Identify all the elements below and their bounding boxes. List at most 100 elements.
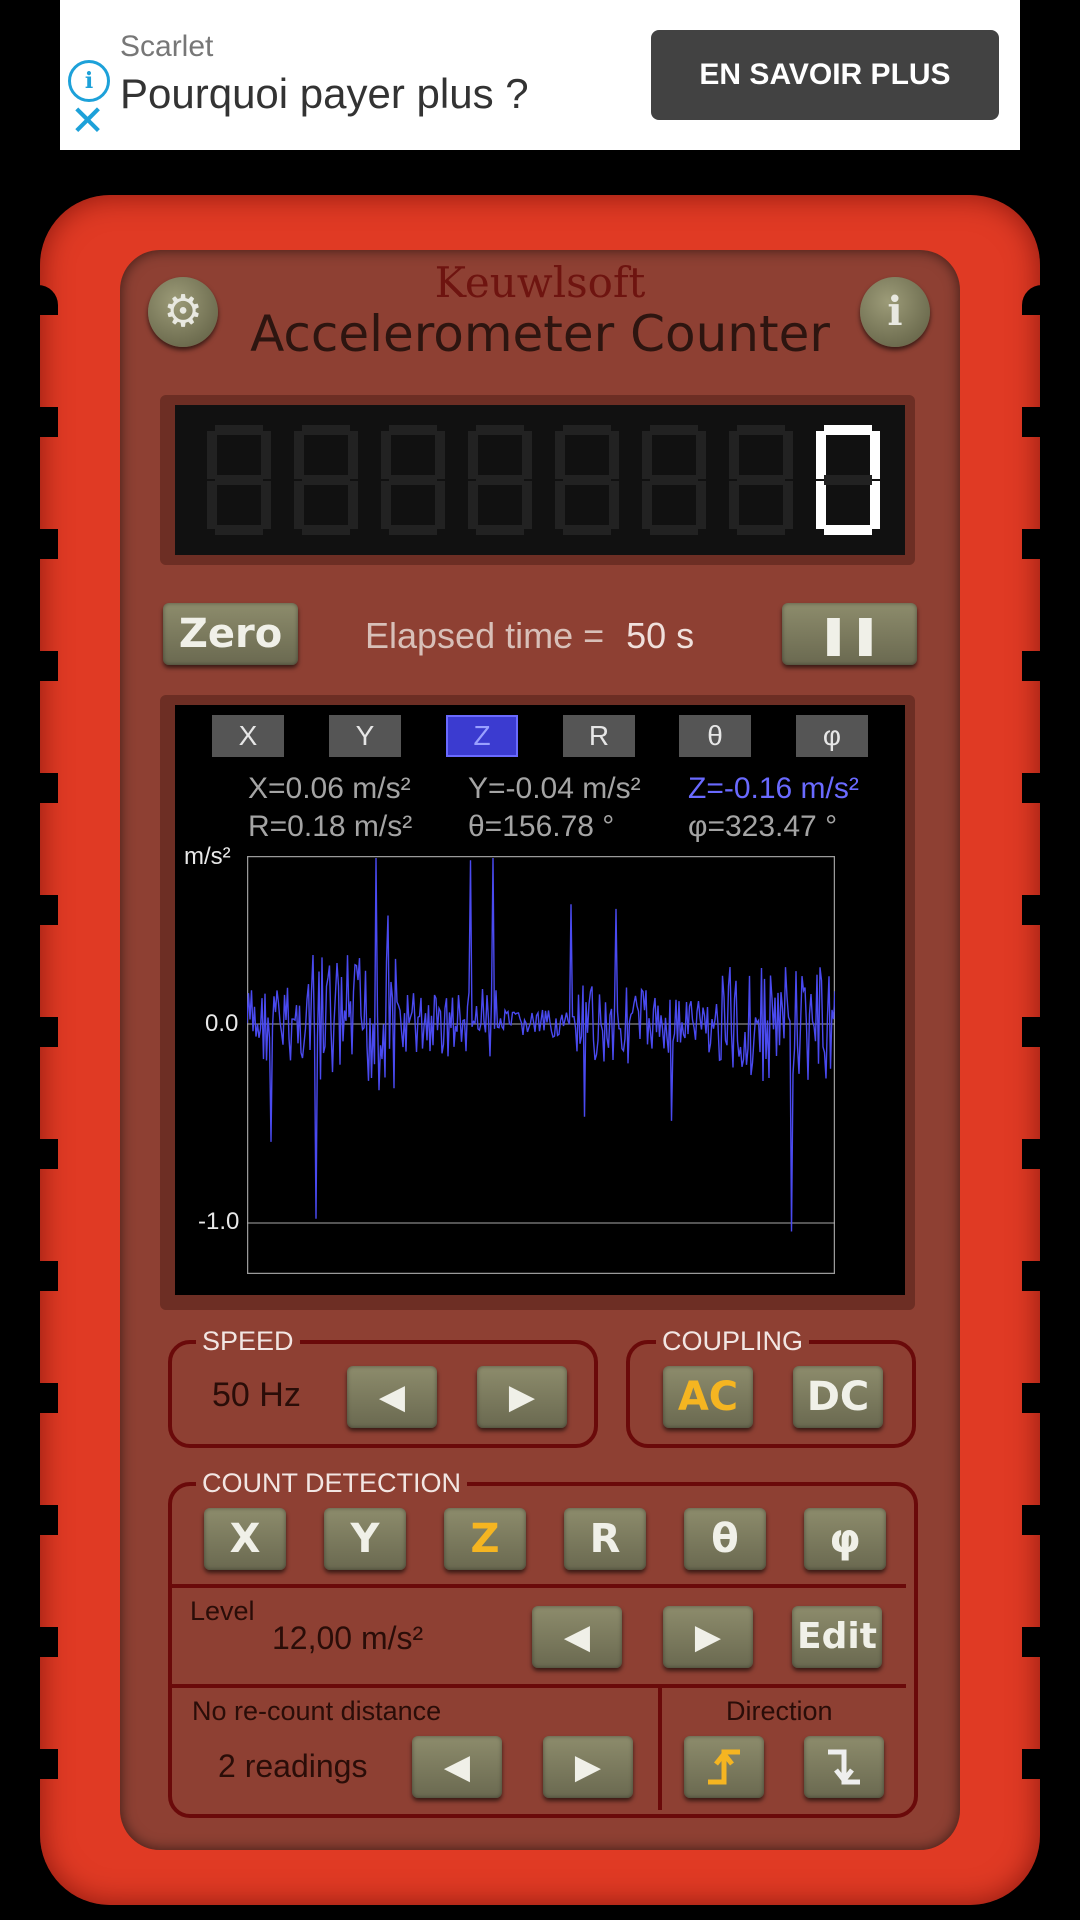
detect-axis-r[interactable]: R [564, 1508, 646, 1570]
counter-digit [729, 425, 793, 535]
counter-segment [563, 475, 611, 485]
level-decrease-button[interactable]: ◀ [532, 1606, 622, 1668]
counter-display [175, 405, 905, 555]
graph-tab-phi[interactable]: φ [796, 715, 868, 757]
detect-axis-x[interactable]: X [204, 1508, 286, 1570]
speed-decrease-button[interactable]: ◀ [347, 1366, 437, 1428]
counter-segment [476, 525, 524, 535]
counter-segment [824, 525, 872, 535]
reading-x: X=0.06 m/s² [248, 772, 411, 805]
speed-title: SPEED [196, 1326, 300, 1357]
graph-tab-y[interactable]: Y [329, 715, 401, 757]
y-axis-unit: m/s² [184, 843, 231, 870]
counter-segment [737, 475, 785, 485]
recount-value: 2 readings [218, 1748, 368, 1784]
elapsed-label: Elapsed time = [365, 615, 605, 656]
reading-theta: θ=156.78 ° [468, 810, 615, 843]
counter-segment [302, 525, 350, 535]
counter-segment [215, 425, 263, 435]
counter-digit [207, 425, 271, 535]
counter-digit [294, 425, 358, 535]
counter-digit [381, 425, 445, 535]
counter-segment [435, 431, 445, 479]
count-detection-title: COUNT DETECTION [196, 1468, 468, 1499]
coupling-title: COUPLING [656, 1326, 810, 1357]
detect-axis-z[interactable]: Z [444, 1508, 526, 1570]
counter-segment [389, 425, 437, 435]
detect-axis-y[interactable]: Y [324, 1508, 406, 1570]
counter-segment [389, 525, 437, 535]
level-edit-button[interactable]: Edit [792, 1606, 882, 1668]
level-label: Level [190, 1596, 255, 1626]
graph-tab-theta[interactable]: θ [679, 715, 751, 757]
counter-segment [555, 431, 565, 479]
elapsed-time: Elapsed time = 50 s [365, 615, 694, 657]
counter-segment [870, 431, 880, 479]
divider [172, 1684, 906, 1688]
counter-segment [609, 431, 619, 479]
reading-phi: φ=323.47 ° [688, 810, 838, 843]
reading-z: Z=-0.16 m/s² [688, 772, 859, 805]
counter-segment [381, 431, 391, 479]
recount-increase-button[interactable]: ▶ [543, 1736, 633, 1798]
counter-segment [261, 481, 271, 529]
plot-border [247, 856, 835, 1274]
counter-segment [348, 431, 358, 479]
recount-label: No re-count distance [192, 1696, 442, 1726]
counter-segment [650, 525, 698, 535]
counter-digit [642, 425, 706, 535]
divider [658, 1686, 662, 1810]
zero-button[interactable]: Zero [163, 603, 298, 665]
counter-segment [476, 425, 524, 435]
brand-label: Keuwlsoft [434, 258, 646, 307]
counter-segment [389, 475, 437, 485]
counter-segment [476, 475, 524, 485]
counter-segment [563, 425, 611, 435]
pause-button[interactable]: ❚❚ [782, 603, 917, 665]
graph-tab-z[interactable]: Z [446, 715, 518, 757]
counter-segment [207, 481, 217, 529]
counter-segment [302, 475, 350, 485]
z-trace [247, 857, 835, 1232]
pause-icon: ❚❚ [817, 612, 882, 656]
counter-segment [696, 431, 706, 479]
detect-axis-phi[interactable]: φ [804, 1508, 886, 1570]
counter-segment [468, 431, 478, 479]
counter-segment [870, 481, 880, 529]
counter-segment [555, 481, 565, 529]
coupling-dc-button[interactable]: DC [793, 1366, 883, 1428]
counter-segment [468, 481, 478, 529]
counter-segment [215, 475, 263, 485]
counter-segment [816, 481, 826, 529]
level-increase-button[interactable]: ▶ [663, 1606, 753, 1668]
direction-falling-button[interactable] [804, 1736, 884, 1798]
ad-brand: Scarlet [120, 30, 214, 63]
ad-cta-button[interactable]: EN SAVOIR PLUS [651, 30, 999, 120]
speed-increase-button[interactable]: ▶ [477, 1366, 567, 1428]
coupling-ac-button[interactable]: AC [663, 1366, 753, 1428]
ad-headline: Pourquoi payer plus ? [120, 70, 529, 117]
level-value: 12,00 m/s² [272, 1620, 424, 1656]
elapsed-value: 50 s [626, 615, 695, 656]
counter-digit [816, 425, 880, 535]
ad-banner[interactable]: i ✕ Scarlet Pourquoi payer plus ? EN SAV… [60, 0, 1020, 150]
counter-segment [381, 481, 391, 529]
counter-segment [737, 525, 785, 535]
detect-axis-theta[interactable]: θ [684, 1508, 766, 1570]
counter-segment [609, 481, 619, 529]
graph-tab-x[interactable]: X [212, 715, 284, 757]
direction-label: Direction [726, 1696, 833, 1726]
counter-segment [294, 431, 304, 479]
counter-segment [215, 525, 263, 535]
counter-digit [468, 425, 532, 535]
counter-segment [824, 425, 872, 435]
counter-segment [642, 431, 652, 479]
recount-decrease-button[interactable]: ◀ [412, 1736, 502, 1798]
direction-rising-button[interactable] [684, 1736, 764, 1798]
counter-segment [207, 431, 217, 479]
counter-segment [294, 481, 304, 529]
graph-tab-r[interactable]: R [563, 715, 635, 757]
counter-segment [642, 481, 652, 529]
ad-close-icon[interactable]: ✕ [70, 100, 105, 142]
counter-segment [261, 431, 271, 479]
